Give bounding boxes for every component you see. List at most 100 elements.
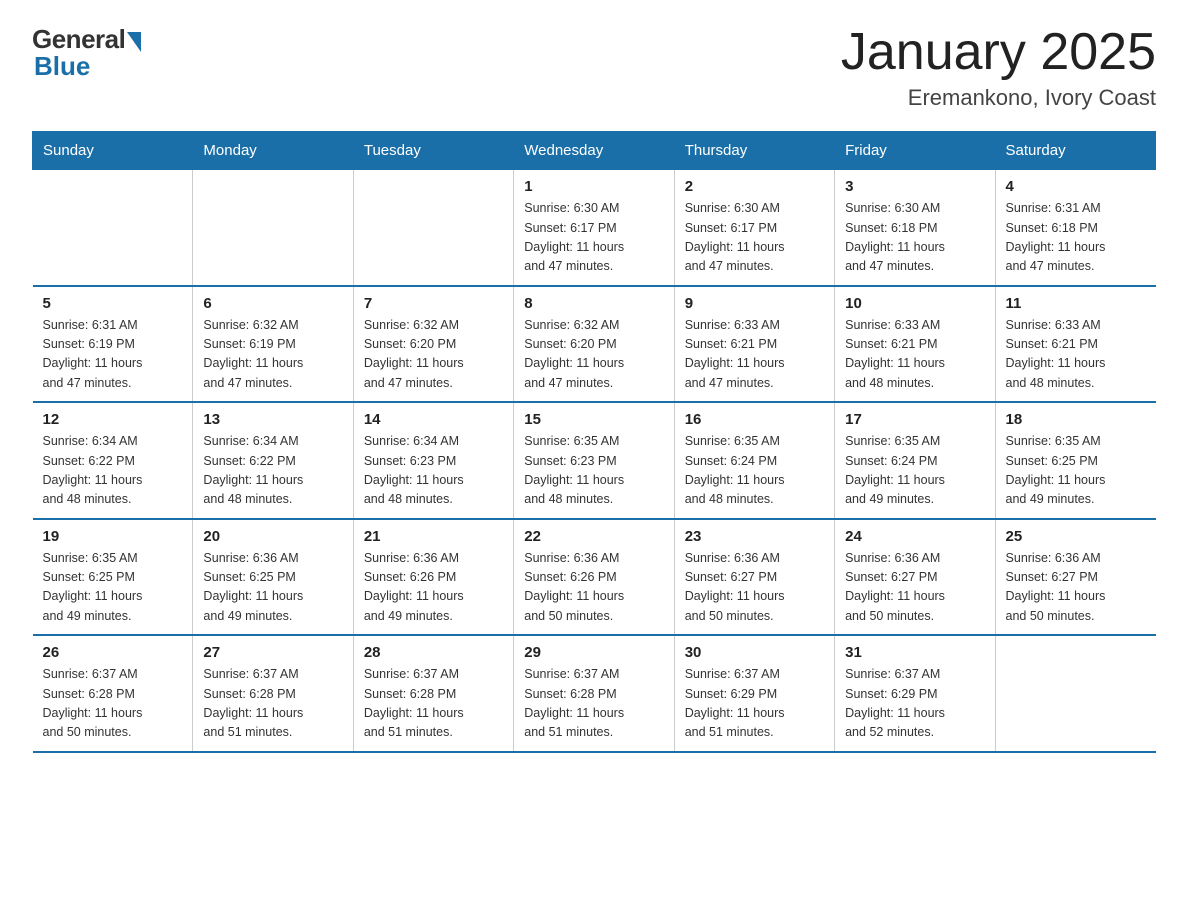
day-info: Sunrise: 6:36 AMSunset: 6:27 PMDaylight:… xyxy=(845,549,984,627)
calendar-cell: 18 Sunrise: 6:35 AMSunset: 6:25 PMDayligh… xyxy=(995,402,1155,519)
logo-triangle-icon xyxy=(127,32,141,52)
day-info: Sunrise: 6:36 AMSunset: 6:25 PMDaylight:… xyxy=(203,549,342,627)
calendar-week-row: 12 Sunrise: 6:34 AMSunset: 6:22 PMDayligh… xyxy=(33,402,1156,519)
day-info: Sunrise: 6:37 AMSunset: 6:29 PMDaylight:… xyxy=(845,665,984,743)
day-number: 25 xyxy=(1006,528,1146,545)
day-info: Sunrise: 6:31 AMSunset: 6:18 PMDaylight:… xyxy=(1006,199,1146,277)
page-header: General Blue January 2025 Eremankono, Iv… xyxy=(32,24,1156,111)
calendar-cell: 27Sunrise: 6:37 AMSunset: 6:28 PMDayligh… xyxy=(193,635,353,752)
calendar-cell xyxy=(33,170,193,286)
calendar-cell: 11 Sunrise: 6:33 AMSunset: 6:21 PMDayligh… xyxy=(995,286,1155,403)
day-of-week-header: Sunday xyxy=(33,132,193,170)
day-info: Sunrise: 6:32 AMSunset: 6:19 PMDaylight:… xyxy=(203,316,342,394)
calendar-cell: 12 Sunrise: 6:34 AMSunset: 6:22 PMDayligh… xyxy=(33,402,193,519)
calendar-week-row: 26Sunrise: 6:37 AMSunset: 6:28 PMDayligh… xyxy=(33,635,1156,752)
title-block: January 2025 Eremankono, Ivory Coast xyxy=(841,24,1156,111)
day-number: 20 xyxy=(203,528,342,545)
day-info: Sunrise: 6:37 AMSunset: 6:28 PMDaylight:… xyxy=(43,665,183,743)
calendar-cell: 24Sunrise: 6:36 AMSunset: 6:27 PMDayligh… xyxy=(835,519,995,636)
calendar-cell: 4Sunrise: 6:31 AMSunset: 6:18 PMDaylight… xyxy=(995,170,1155,286)
day-info: Sunrise: 6:35 AMSunset: 6:23 PMDaylight:… xyxy=(524,432,663,510)
day-info: Sunrise: 6:37 AMSunset: 6:28 PMDaylight:… xyxy=(364,665,503,743)
calendar-cell: 2 Sunrise: 6:30 AMSunset: 6:17 PMDaylight… xyxy=(674,170,834,286)
day-info: Sunrise: 6:34 AMSunset: 6:23 PMDaylight:… xyxy=(364,432,503,510)
day-number: 3 xyxy=(845,178,984,195)
logo-blue-text: Blue xyxy=(32,51,90,82)
calendar-cell: 21 Sunrise: 6:36 AMSunset: 6:26 PMDayligh… xyxy=(353,519,513,636)
day-of-week-header: Thursday xyxy=(674,132,834,170)
day-info: Sunrise: 6:36 AMSunset: 6:26 PMDaylight:… xyxy=(364,549,503,627)
day-number: 28 xyxy=(364,644,503,661)
day-number: 8 xyxy=(524,295,663,312)
day-info: Sunrise: 6:30 AMSunset: 6:17 PMDaylight:… xyxy=(685,199,824,277)
day-number: 2 xyxy=(685,178,824,195)
day-info: Sunrise: 6:33 AMSunset: 6:21 PMDaylight:… xyxy=(1006,316,1146,394)
calendar-cell: 10 Sunrise: 6:33 AMSunset: 6:21 PMDayligh… xyxy=(835,286,995,403)
day-info: Sunrise: 6:33 AMSunset: 6:21 PMDaylight:… xyxy=(685,316,824,394)
calendar-cell: 7 Sunrise: 6:32 AMSunset: 6:20 PMDaylight… xyxy=(353,286,513,403)
calendar-cell: 14 Sunrise: 6:34 AMSunset: 6:23 PMDayligh… xyxy=(353,402,513,519)
day-info: Sunrise: 6:36 AMSunset: 6:27 PMDaylight:… xyxy=(1006,549,1146,627)
calendar-cell: 3 Sunrise: 6:30 AMSunset: 6:18 PMDaylight… xyxy=(835,170,995,286)
calendar-cell: 8Sunrise: 6:32 AMSunset: 6:20 PMDaylight… xyxy=(514,286,674,403)
calendar-cell: 1 Sunrise: 6:30 AMSunset: 6:17 PMDaylight… xyxy=(514,170,674,286)
calendar-cell: 6 Sunrise: 6:32 AMSunset: 6:19 PMDaylight… xyxy=(193,286,353,403)
day-number: 12 xyxy=(43,411,183,428)
day-number: 31 xyxy=(845,644,984,661)
day-info: Sunrise: 6:34 AMSunset: 6:22 PMDaylight:… xyxy=(203,432,342,510)
day-info: Sunrise: 6:32 AMSunset: 6:20 PMDaylight:… xyxy=(364,316,503,394)
location-title: Eremankono, Ivory Coast xyxy=(841,85,1156,111)
day-number: 7 xyxy=(364,295,503,312)
month-title: January 2025 xyxy=(841,24,1156,81)
day-number: 14 xyxy=(364,411,503,428)
calendar-cell: 26Sunrise: 6:37 AMSunset: 6:28 PMDayligh… xyxy=(33,635,193,752)
day-number: 6 xyxy=(203,295,342,312)
calendar-cell: 29 Sunrise: 6:37 AMSunset: 6:28 PMDayligh… xyxy=(514,635,674,752)
day-number: 10 xyxy=(845,295,984,312)
logo: General Blue xyxy=(32,24,141,82)
calendar-cell: 28 Sunrise: 6:37 AMSunset: 6:28 PMDayligh… xyxy=(353,635,513,752)
day-info: Sunrise: 6:34 AMSunset: 6:22 PMDaylight:… xyxy=(43,432,183,510)
day-number: 13 xyxy=(203,411,342,428)
day-info: Sunrise: 6:30 AMSunset: 6:17 PMDaylight:… xyxy=(524,199,663,277)
calendar-cell: 22Sunrise: 6:36 AMSunset: 6:26 PMDayligh… xyxy=(514,519,674,636)
calendar-cell: 31 Sunrise: 6:37 AMSunset: 6:29 PMDayligh… xyxy=(835,635,995,752)
day-info: Sunrise: 6:35 AMSunset: 6:25 PMDaylight:… xyxy=(1006,432,1146,510)
day-info: Sunrise: 6:33 AMSunset: 6:21 PMDaylight:… xyxy=(845,316,984,394)
day-number: 21 xyxy=(364,528,503,545)
day-info: Sunrise: 6:35 AMSunset: 6:24 PMDaylight:… xyxy=(685,432,824,510)
day-of-week-header: Saturday xyxy=(995,132,1155,170)
day-of-week-header: Friday xyxy=(835,132,995,170)
day-of-week-header: Monday xyxy=(193,132,353,170)
day-number: 11 xyxy=(1006,295,1146,312)
day-number: 18 xyxy=(1006,411,1146,428)
day-info: Sunrise: 6:37 AMSunset: 6:28 PMDaylight:… xyxy=(524,665,663,743)
day-info: Sunrise: 6:36 AMSunset: 6:27 PMDaylight:… xyxy=(685,549,824,627)
day-number: 29 xyxy=(524,644,663,661)
calendar-cell: 9Sunrise: 6:33 AMSunset: 6:21 PMDaylight… xyxy=(674,286,834,403)
calendar-cell: 23 Sunrise: 6:36 AMSunset: 6:27 PMDayligh… xyxy=(674,519,834,636)
day-number: 1 xyxy=(524,178,663,195)
calendar-cell: 20 Sunrise: 6:36 AMSunset: 6:25 PMDayligh… xyxy=(193,519,353,636)
calendar-cell: 13 Sunrise: 6:34 AMSunset: 6:22 PMDayligh… xyxy=(193,402,353,519)
calendar-cell: 25 Sunrise: 6:36 AMSunset: 6:27 PMDayligh… xyxy=(995,519,1155,636)
day-number: 16 xyxy=(685,411,824,428)
calendar-body: 1 Sunrise: 6:30 AMSunset: 6:17 PMDaylight… xyxy=(33,170,1156,752)
day-number: 30 xyxy=(685,644,824,661)
day-number: 17 xyxy=(845,411,984,428)
day-info: Sunrise: 6:35 AMSunset: 6:24 PMDaylight:… xyxy=(845,432,984,510)
days-of-week-row: SundayMondayTuesdayWednesdayThursdayFrid… xyxy=(33,132,1156,170)
day-info: Sunrise: 6:36 AMSunset: 6:26 PMDaylight:… xyxy=(524,549,663,627)
day-number: 5 xyxy=(43,295,183,312)
calendar-cell: 16 Sunrise: 6:35 AMSunset: 6:24 PMDayligh… xyxy=(674,402,834,519)
calendar-week-row: 19Sunrise: 6:35 AMSunset: 6:25 PMDayligh… xyxy=(33,519,1156,636)
day-info: Sunrise: 6:35 AMSunset: 6:25 PMDaylight:… xyxy=(43,549,183,627)
day-info: Sunrise: 6:37 AMSunset: 6:28 PMDaylight:… xyxy=(203,665,342,743)
day-number: 15 xyxy=(524,411,663,428)
day-info: Sunrise: 6:30 AMSunset: 6:18 PMDaylight:… xyxy=(845,199,984,277)
calendar-cell: 5Sunrise: 6:31 AMSunset: 6:19 PMDaylight… xyxy=(33,286,193,403)
calendar-cell: 19Sunrise: 6:35 AMSunset: 6:25 PMDayligh… xyxy=(33,519,193,636)
day-number: 23 xyxy=(685,528,824,545)
calendar-cell xyxy=(193,170,353,286)
calendar-week-row: 5Sunrise: 6:31 AMSunset: 6:19 PMDaylight… xyxy=(33,286,1156,403)
